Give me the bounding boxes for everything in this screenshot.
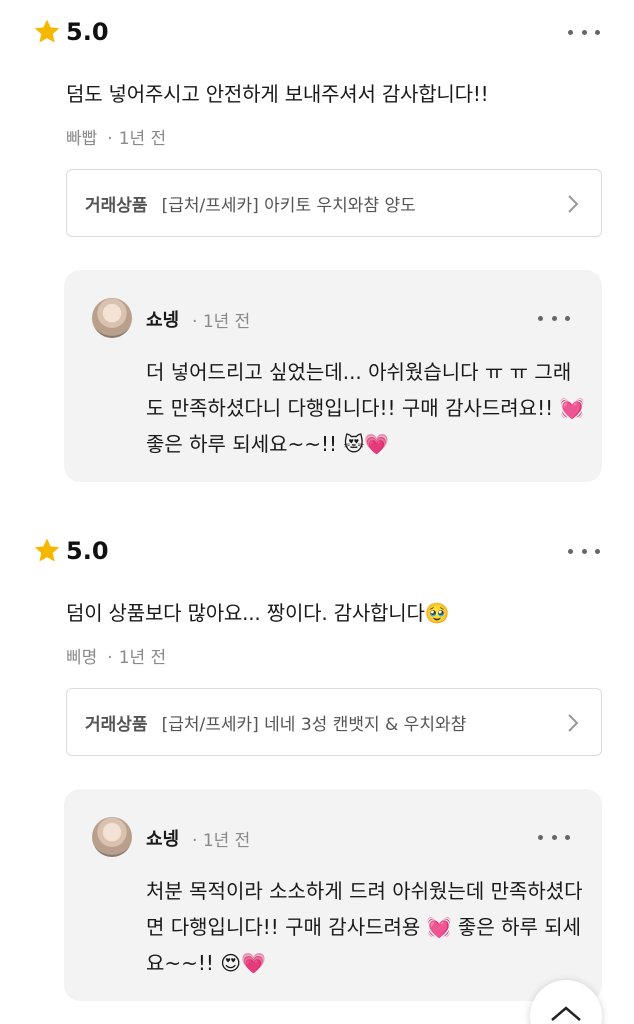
review-time: 1년 전 — [118, 129, 167, 149]
rating-value: 5.0 — [66, 537, 109, 565]
reply-text: 처분 목적이라 소소하게 드려 아쉬웠는데 만족하셨다면 다행입니다!! 구매 … — [146, 879, 583, 975]
reply-author[interactable]: 쇼넹 — [146, 306, 179, 332]
chevron-right-icon — [568, 714, 579, 732]
product-link[interactable]: 거래상품 [급처/프세카] 네네 3성 캔뱃지 & 우치와챰 — [66, 688, 602, 756]
chevron-up-icon — [551, 1006, 581, 1021]
chevron-right-icon — [568, 195, 579, 213]
review-text: 덤도 넣어주시고 안전하게 보내주셔서 감사합니다!! — [66, 82, 489, 106]
star-icon — [34, 538, 60, 562]
reply-time: · 1년 전 — [192, 312, 251, 332]
seller-reply: 쇼넹 · 1년 전 처분 목적이라 소소하게 드려 아쉬웠는데 만족하셨다면 다… — [64, 789, 602, 1001]
product-label: 거래상품 — [85, 714, 148, 735]
seller-reply: 쇼넹 · 1년 전 더 넣어드리고 싶었는데... 아쉬웠습니다 ㅠ ㅠ 그래도… — [64, 270, 602, 482]
rating-row: 5.0 — [32, 14, 109, 50]
avatar[interactable] — [92, 817, 132, 857]
more-icon[interactable] — [566, 22, 602, 42]
reviews-page: 5.0 덤도 넣어주시고 안전하게 보내주셔서 감사합니다!! 빠빱 · 1년 전 … — [0, 0, 634, 1024]
rating-row: 5.0 — [32, 533, 109, 569]
avatar[interactable] — [92, 298, 132, 338]
reply-author[interactable]: 쇼넹 — [146, 825, 179, 851]
review-meta: 빠빱 · 1년 전 — [66, 129, 167, 149]
product-name: [급처/프세카] 네네 3성 캔뱃지 & 우치와챰 — [161, 714, 467, 735]
review-meta: 삐명 · 1년 전 — [66, 648, 167, 668]
review-text: 덤이 상품보다 많아요... 짱이다. 감사합니다🥹 — [66, 601, 450, 625]
review-author[interactable]: 빠빱 — [66, 129, 97, 149]
more-icon[interactable] — [566, 541, 602, 561]
reply-time: · 1년 전 — [192, 831, 251, 851]
review-author[interactable]: 삐명 — [66, 648, 97, 668]
star-icon — [34, 19, 60, 43]
reply-text: 더 넣어드리고 싶었는데... 아쉬웠습니다 ㅠ ㅠ 그래도 만족하셨다니 다행… — [146, 360, 585, 456]
product-link[interactable]: 거래상품 [급처/프세카] 아키토 우치와챰 양도 — [66, 169, 602, 237]
product-label: 거래상품 — [85, 195, 148, 216]
product-name: [급처/프세카] 아키토 우치와챰 양도 — [161, 195, 416, 216]
rating-value: 5.0 — [66, 18, 109, 46]
review-time: 1년 전 — [118, 648, 167, 668]
more-icon[interactable] — [536, 308, 572, 328]
more-icon[interactable] — [536, 827, 572, 847]
